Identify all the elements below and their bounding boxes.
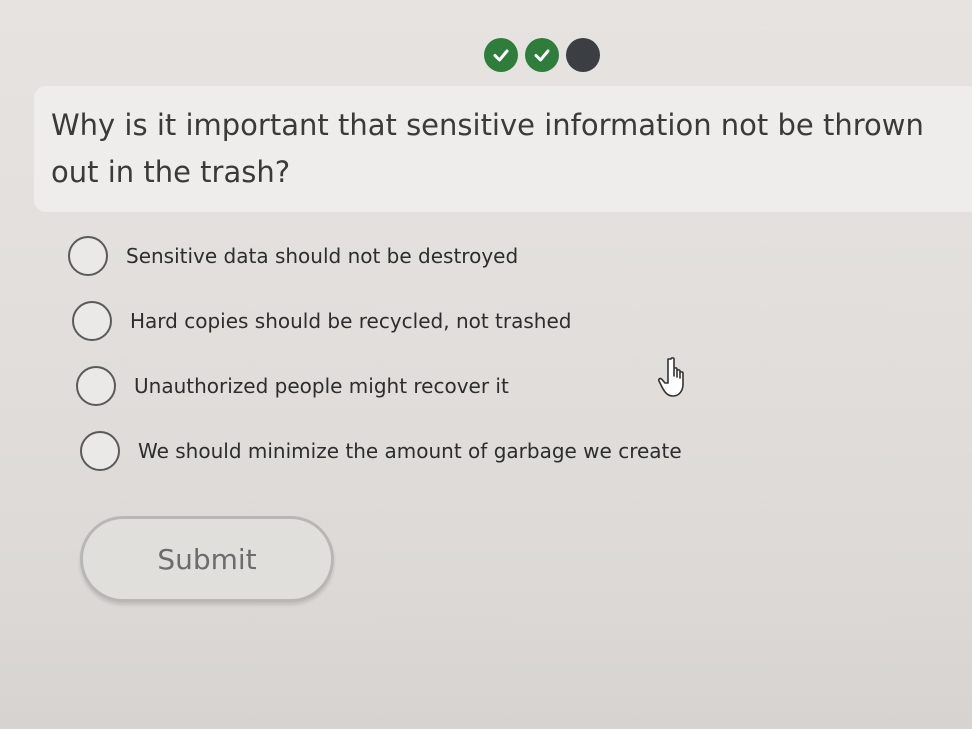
radio-button[interactable] [72, 301, 112, 341]
progress-step-2 [525, 38, 559, 72]
option-label: We should minimize the amount of garbage… [138, 439, 682, 463]
hand-pointer-icon [657, 357, 684, 397]
radio-button[interactable] [68, 236, 108, 276]
question-box: Why is it important that sensitive infor… [34, 86, 972, 212]
radio-button[interactable] [80, 431, 120, 471]
progress-step-3 [566, 38, 600, 72]
option-label: Unauthorized people might recover it [134, 374, 509, 398]
option-label: Sensitive data should not be destroyed [126, 244, 519, 268]
option-label: Hard copies should be recycled, not tras… [130, 309, 572, 333]
progress-indicator [484, 38, 600, 72]
radio-button[interactable] [76, 366, 116, 406]
progress-step-1 [484, 38, 518, 72]
submit-button[interactable]: Submit [80, 516, 334, 602]
answer-options: Sensitive data should not be destroyed H… [68, 232, 682, 492]
question-text: Why is it important that sensitive infor… [51, 108, 924, 189]
check-icon [534, 49, 550, 62]
option-2[interactable]: Hard copies should be recycled, not tras… [72, 297, 682, 345]
option-4[interactable]: We should minimize the amount of garbage… [80, 427, 682, 475]
option-3[interactable]: Unauthorized people might recover it [76, 362, 682, 410]
check-icon [493, 49, 509, 62]
option-1[interactable]: Sensitive data should not be destroyed [68, 232, 682, 280]
